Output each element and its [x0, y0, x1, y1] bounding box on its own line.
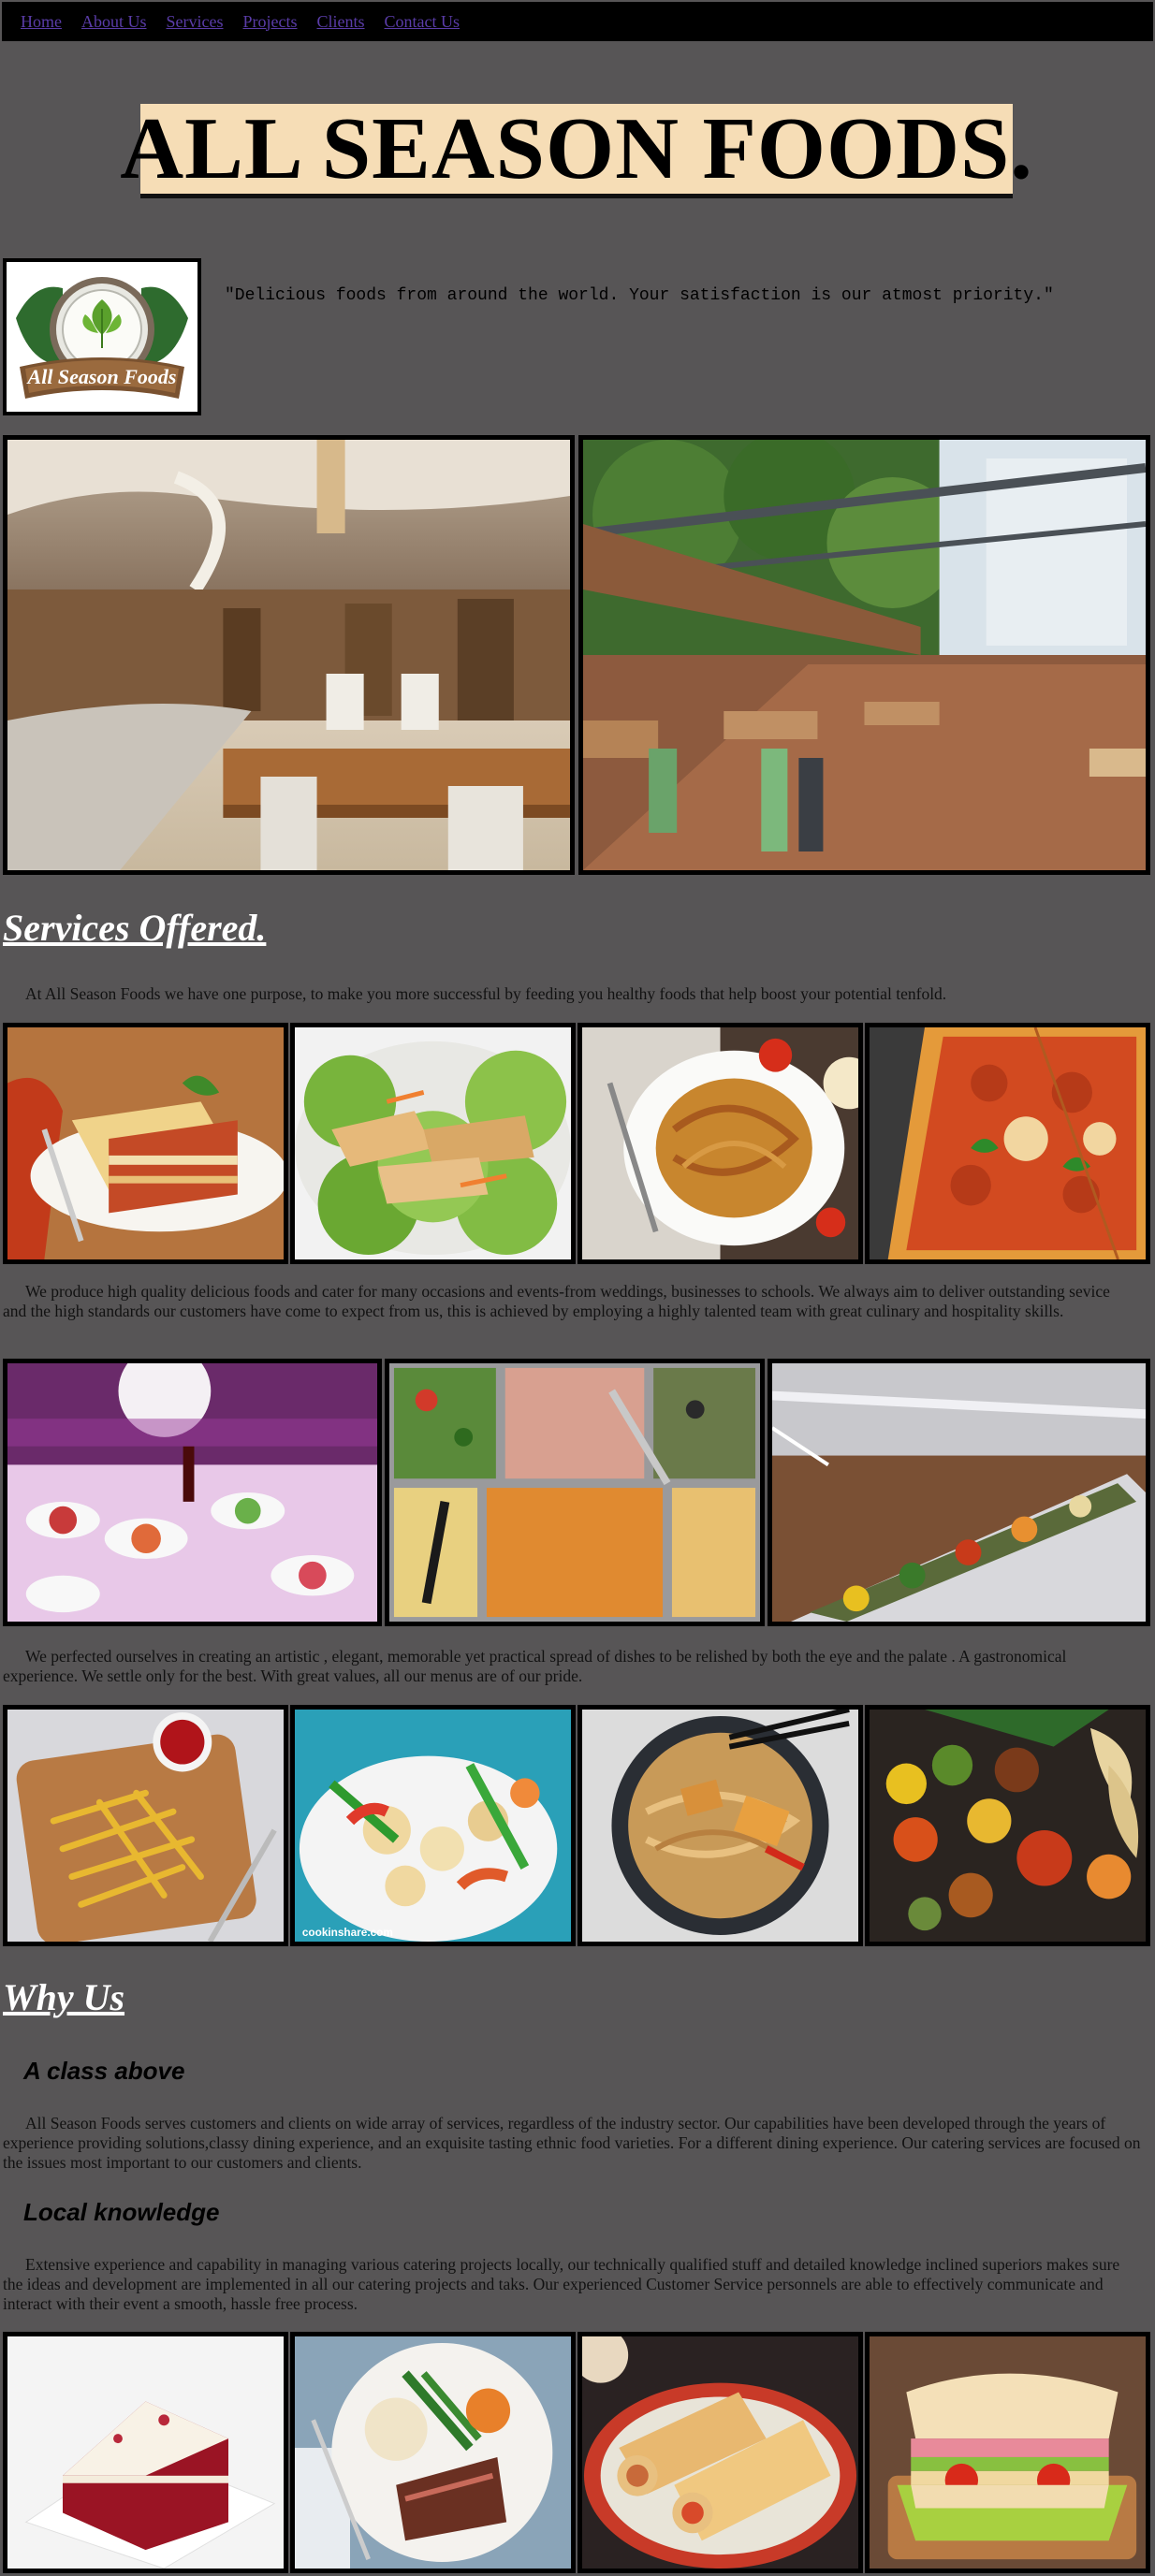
services-artistic-text: We perfected ourselves in creating an ar…	[3, 1647, 1067, 1685]
page-title: ALL SEASON FOODS.	[120, 100, 1033, 197]
company-logo: All Season Foods	[3, 258, 201, 415]
class-above-text: All Season Foods serves customers and cl…	[3, 2114, 1141, 2172]
nav-link-services[interactable]: Services	[167, 12, 224, 32]
nav-link-clients[interactable]: Clients	[317, 12, 365, 32]
tagline: "Delicious foods from around the world. …	[225, 286, 1054, 305]
steak-plate-photo	[290, 2332, 576, 2573]
logo-text: All Season Foods	[26, 365, 177, 388]
lasagna-photo	[3, 1023, 288, 1264]
local-knowledge-text: Extensive experience and capability in m…	[3, 2255, 1120, 2313]
title-banner: ALL SEASON FOODS.	[120, 104, 1032, 198]
noodle-bowl-photo	[578, 1705, 863, 1946]
french-fries-photo	[3, 1705, 288, 1946]
nav-link-contact-us[interactable]: Contact Us	[385, 12, 461, 32]
outdoor-terrace-photo	[578, 435, 1150, 875]
nav-link-projects[interactable]: Projects	[243, 12, 298, 32]
top-nav: Home About Us Services Projects Clients …	[2, 2, 1153, 41]
curry-spread-photo	[865, 1705, 1150, 1946]
restaurant-interior-photo	[3, 435, 575, 875]
why-us-heading: Why Us	[3, 1976, 125, 2018]
logo-emblem-icon: All Season Foods	[7, 262, 197, 412]
red-velvet-cake-photo	[3, 2332, 288, 2573]
sandwich-photo	[865, 2332, 1150, 2573]
image-watermark: cookinshare.com	[302, 1926, 393, 1939]
pizza-photo	[865, 1023, 1150, 1264]
nav-link-about-us[interactable]: About Us	[81, 12, 147, 32]
wraps-photo	[578, 2332, 863, 2573]
services-heading: Services Offered.	[3, 907, 267, 949]
nav-link-home[interactable]: Home	[21, 12, 62, 32]
class-above-subheading: A class above	[23, 2057, 185, 2085]
local-knowledge-subheading: Local knowledge	[23, 2198, 220, 2226]
chicken-salad-photo	[290, 1023, 576, 1264]
event-banquet-photo	[3, 1359, 382, 1626]
shrimp-stirfry-photo: cookinshare.com	[290, 1705, 576, 1946]
buffet-trays-photo	[385, 1359, 765, 1626]
services-quality-text: We produce high quality delicious foods …	[3, 1282, 1110, 1320]
buffet-counter-photo	[768, 1359, 1150, 1626]
services-intro: At All Season Foods we have one purpose,…	[25, 984, 947, 1003]
spaghetti-photo	[578, 1023, 863, 1264]
